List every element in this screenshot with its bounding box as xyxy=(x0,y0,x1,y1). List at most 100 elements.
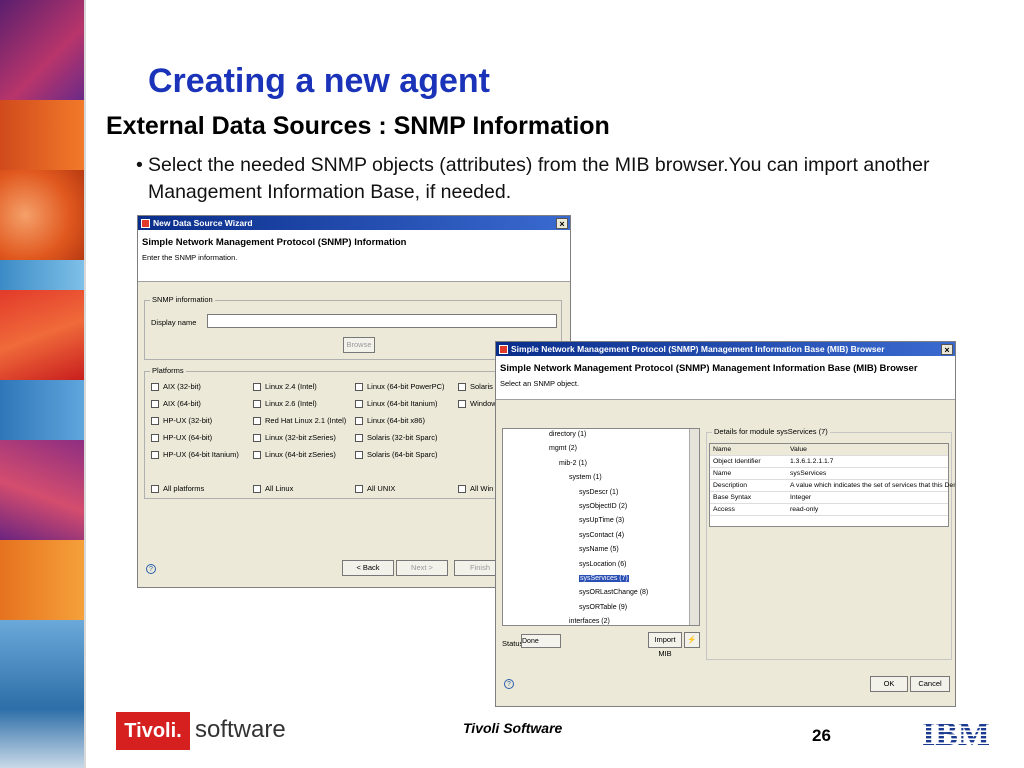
tree-node[interactable]: sysORTable (9) xyxy=(579,604,627,611)
close-icon[interactable]: × xyxy=(941,343,953,355)
platform-checkbox[interactable]: Linux (64-bit x86) xyxy=(355,416,425,425)
checkbox-box[interactable] xyxy=(151,450,159,459)
tree-node[interactable]: sysObjectID (2) xyxy=(579,503,627,510)
checkbox-box[interactable] xyxy=(253,433,261,442)
bullet-text-content: Select the needed SNMP objects (attribut… xyxy=(148,154,930,203)
checkbox-box[interactable] xyxy=(253,416,261,425)
checkbox-box[interactable] xyxy=(458,484,466,493)
tree-node[interactable]: system (1) xyxy=(569,474,602,481)
details-header-value: Value xyxy=(790,446,807,453)
ibm-logo-text: IBM xyxy=(922,716,990,748)
checkbox-box[interactable] xyxy=(151,416,159,425)
tree-node[interactable]: directory (1) xyxy=(549,431,586,438)
details-row: Description A value which indicates the s… xyxy=(710,480,955,492)
wizard-header-desc: Enter the SNMP information. xyxy=(142,253,238,262)
mib-tree[interactable]: directory (1) mgmt (2) mib-2 (1) system (1)… xyxy=(502,428,700,626)
platform-checkbox[interactable]: Linux (64-bit Itanium) xyxy=(355,399,437,408)
mib-titlebar: Simple Network Management Protocol (SNMP… xyxy=(496,342,955,356)
tree-node[interactable]: sysDescr (1) xyxy=(579,489,618,496)
tree-node[interactable]: sysORLastChange (8) xyxy=(579,589,648,596)
cancel-button[interactable]: Cancel xyxy=(910,676,950,692)
next-button[interactable]: Next > xyxy=(396,560,448,576)
platform-checkbox[interactable]: HP-UX (32-bit) xyxy=(151,416,212,425)
app-icon xyxy=(141,218,150,228)
details-table: Name Value Object Identifier 1.3.6.1.2.1.… xyxy=(709,443,955,527)
platform-checkbox[interactable]: Linux 2.6 (Intel) xyxy=(253,399,317,408)
checkbox-box[interactable] xyxy=(253,399,261,408)
checkbox-label: All Linux xyxy=(265,484,294,493)
details-header-row: Name Value xyxy=(710,444,948,456)
platform-checkbox[interactable]: Linux (64-bit PowerPC) xyxy=(355,382,445,391)
checkbox-box[interactable] xyxy=(151,433,159,442)
checkbox-box[interactable] xyxy=(151,382,159,391)
tree-node[interactable]: sysLocation (6) xyxy=(579,561,626,568)
platform-label: HP-UX (64-bit) xyxy=(163,433,213,442)
footer-center-text: Tivoli Software xyxy=(463,720,563,736)
platform-checkbox[interactable]: Linux 2.4 (Intel) xyxy=(253,382,317,391)
tree-node[interactable]: sysContact (4) xyxy=(579,532,624,539)
help-icon[interactable]: ? xyxy=(504,679,514,689)
tree-node[interactable]: sysName (5) xyxy=(579,546,619,553)
ok-button[interactable]: OK xyxy=(870,676,908,692)
all-platforms-checkbox[interactable]: All UNIX xyxy=(355,484,395,493)
platform-checkbox[interactable]: Linux (64-bit zSeries) xyxy=(253,450,336,459)
checkbox-label: All platforms xyxy=(163,484,205,493)
platform-checkbox[interactable]: Window xyxy=(458,399,497,408)
ibm-logo: IBM xyxy=(922,716,990,748)
details-row: Base Syntax Integer xyxy=(710,492,948,504)
checkbox-box[interactable] xyxy=(253,450,261,459)
platform-label: Solaris xyxy=(470,382,493,391)
tree-node[interactable]: mgmt (2) xyxy=(549,445,577,452)
details-row: Object Identifier 1.3.6.1.2.1.1.7 xyxy=(710,456,948,468)
wizard-titlebar: New Data Source Wizard × xyxy=(138,216,570,230)
checkbox-box[interactable] xyxy=(355,416,363,425)
platform-label: Linux (64-bit PowerPC) xyxy=(367,382,445,391)
tree-node[interactable]: sysUpTime (3) xyxy=(579,517,624,524)
platform-checkbox[interactable]: AIX (32-bit) xyxy=(151,382,201,391)
platform-checkbox[interactable]: Red Hat Linux 2.1 (Intel) xyxy=(253,416,346,425)
checkbox-box[interactable] xyxy=(355,382,363,391)
refresh-icon[interactable]: ⚡ xyxy=(684,632,700,648)
platform-checkbox[interactable]: HP-UX (64-bit Itanium) xyxy=(151,450,239,459)
platform-checkbox[interactable]: AIX (64-bit) xyxy=(151,399,201,408)
checkbox-box[interactable] xyxy=(355,399,363,408)
tree-node[interactable]: sysServices (7) xyxy=(579,575,629,582)
platform-label: HP-UX (32-bit) xyxy=(163,416,213,425)
import-mib-button[interactable]: Import MIB xyxy=(648,632,682,658)
platform-checkbox[interactable]: Solaris xyxy=(458,382,493,391)
checkbox-box[interactable] xyxy=(151,484,159,493)
checkbox-box[interactable] xyxy=(355,433,363,442)
snmp-info-label: SNMP information xyxy=(150,295,215,304)
checkbox-box[interactable] xyxy=(355,484,363,493)
platform-label: Linux (64-bit zSeries) xyxy=(265,450,336,459)
slide-title: Creating a new agent xyxy=(148,62,490,100)
checkbox-box[interactable] xyxy=(458,382,466,391)
browse-button[interactable]: Browse xyxy=(343,337,375,353)
platform-label: Linux (64-bit Itanium) xyxy=(367,399,438,408)
tree-node[interactable]: mib-2 (1) xyxy=(559,460,587,467)
display-name-input[interactable] xyxy=(207,314,557,328)
help-icon[interactable]: ? xyxy=(146,564,156,574)
details-group: Details for module sysServices (7) Name … xyxy=(706,427,955,660)
all-platforms-checkbox[interactable]: All platforms xyxy=(151,484,204,493)
platform-checkbox[interactable]: Solaris (32-bit Sparc) xyxy=(355,433,437,442)
details-cell-name: Base Syntax xyxy=(713,494,752,501)
checkbox-box[interactable] xyxy=(253,484,261,493)
checkbox-box[interactable] xyxy=(253,382,261,391)
checkbox-box[interactable] xyxy=(151,399,159,408)
all-platforms-checkbox[interactable]: All Win xyxy=(458,484,493,493)
tree-node[interactable]: interfaces (2) xyxy=(569,618,610,625)
details-cell-value: A value which indicates the set of servi… xyxy=(790,482,956,489)
checkbox-box[interactable] xyxy=(458,399,466,408)
close-icon[interactable]: × xyxy=(556,217,568,229)
details-cell-name: Name xyxy=(713,470,732,477)
all-platforms-checkbox[interactable]: All Linux xyxy=(253,484,293,493)
back-button[interactable]: < Back xyxy=(342,560,394,576)
checkbox-box[interactable] xyxy=(355,450,363,459)
platform-label: Linux 2.6 (Intel) xyxy=(265,399,317,408)
platform-checkbox[interactable]: Linux (32-bit zSeries) xyxy=(253,433,336,442)
tree-scrollbar[interactable] xyxy=(689,429,699,625)
platform-checkbox[interactable]: Solaris (64-bit Sparc) xyxy=(355,450,437,459)
platform-label: HP-UX (64-bit Itanium) xyxy=(163,450,239,459)
platform-checkbox[interactable]: HP-UX (64-bit) xyxy=(151,433,212,442)
